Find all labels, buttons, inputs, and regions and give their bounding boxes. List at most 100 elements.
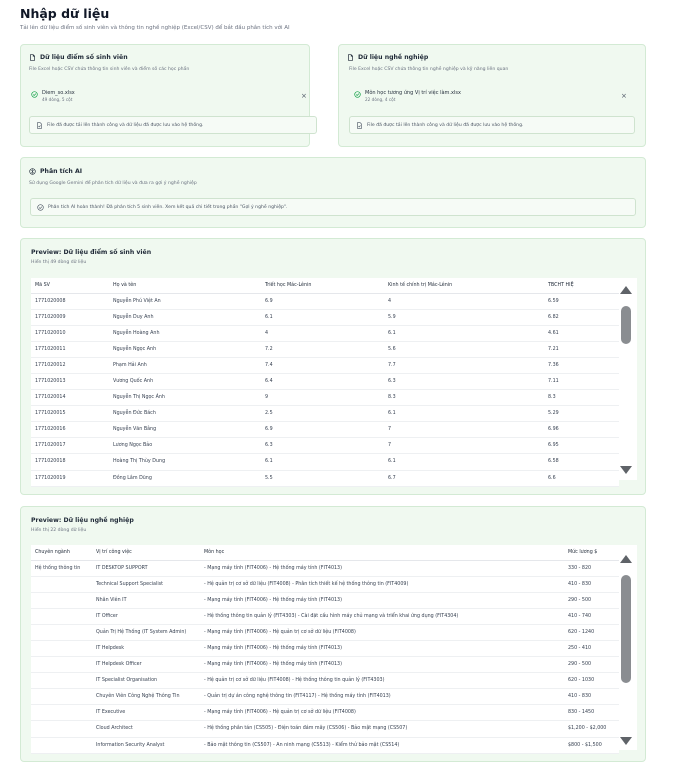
student-table-scrollbar[interactable] [619,278,637,480]
table-cell [31,704,92,722]
table-row: Hệ thống thông tin IT DESKTOP SUPPORT - Mạ… [31,560,619,577]
career-upload-desc: File Excel hoặc CSV chứa thông tin nghề … [349,67,509,72]
ai-analysis-card: Phân tích AI Sử dụng Google Gemini để ph… [20,157,646,228]
table-cell: 6.1 [384,405,544,423]
table-cell: 9 [261,389,384,407]
career-preview-card: Preview: Dữ liệu nghề nghiệp Hiển thị 22… [20,506,646,762]
table-cell: Nguyễn Thị Ngọc Ánh [109,389,261,407]
remove-student-file-button[interactable]: × [301,92,307,100]
table-cell: 4.61 [544,325,619,342]
scroll-up-arrow-icon[interactable] [620,555,632,563]
column-header: Vị trí công việc [92,545,200,561]
table-cell: $800 - $1,500 [564,737,619,754]
career-preview-title: Preview: Dữ liệu nghề nghiệp [31,517,134,524]
student-upload-title-text: Dữ liệu điểm số sinh viên [40,54,128,61]
table-row: 1771020015 Nguyễn Đức Bách 2.5 6.1 5.29 [31,405,619,423]
table-cell [31,688,92,706]
table-cell: 1771020017 [31,437,109,455]
table-cell: - Hệ quản trị cơ sở dữ liệu (FIT4008) - … [200,672,564,690]
ai-title-text: Phân tích AI [40,168,83,175]
table-row: 1771020009 Nguyễn Duy Anh 6.1 5.9 6.82 [31,309,619,326]
table-row: 1771020018 Hoàng Thị Thùy Dung 6.1 6.1 6.58 [31,453,619,471]
table-cell: 290 - 500 [564,592,619,609]
table-row: 1771020011 Nguyễn Ngọc Anh 7.2 5.6 7.21 [31,341,619,358]
table-row: 1771020014 Nguyễn Thị Ngọc Ánh 9 8.3 8.3 [31,389,619,407]
table-cell: - Hệ thống thông tin quản lý (FIT4303) -… [200,608,564,625]
table-row: 1771020016 Nguyễn Văn Bằng 6.9 7 6.96 [31,421,619,439]
table-cell: 5.9 [384,309,544,326]
column-header: Mức lương $ [564,545,619,561]
table-row: Cloud Architect - Hệ thống phân tán (CS50… [31,720,619,738]
table-cell: 5.5 [261,470,384,487]
table-cell [31,592,92,609]
scroll-thumb[interactable] [621,306,631,344]
student-upload-desc: File Excel hoặc CSV chứa thông tin sinh … [29,67,190,72]
table-cell: 1771020008 [31,293,109,310]
scroll-thumb[interactable] [621,575,631,683]
career-upload-notice-text: File đã được tải lên thành công và dữ li… [367,122,524,128]
table-cell [31,624,92,641]
student-upload-title: Dữ liệu điểm số sinh viên [29,54,128,61]
ai-desc: Sử dụng Google Gemini để phân tích dữ li… [29,181,197,186]
table-cell: 6.1 [261,453,384,471]
ai-title: Phân tích AI [29,168,82,175]
table-cell: 1771020009 [31,309,109,326]
table-cell: 6.6 [544,470,619,487]
career-table: Chuyên ngành Vị trí công việc Môn học Mức l… [31,545,619,754]
file-check-icon [37,121,42,129]
table-cell: 6.1 [384,453,544,471]
scroll-down-arrow-icon[interactable] [620,466,632,474]
table-row: Chuyên Viên Công Nghệ Thông Tin - Quản tr… [31,688,619,706]
table-cell: IT Executive [92,704,200,722]
page-title: Nhập dữ liệu [20,6,110,21]
file-check-icon [357,121,362,129]
table-cell: 410 - 740 [564,608,619,625]
table-cell: 8.3 [544,389,619,407]
table-cell: - Quản trị dự án công nghệ thông tin (FI… [200,688,564,706]
table-row: Nhân Viên IT - Mạng máy tính (FIT4006) - … [31,592,619,609]
scroll-up-arrow-icon[interactable] [620,286,632,294]
table-row: 1771020013 Vương Quốc Anh 6.4 6.3 7.11 [31,373,619,391]
table-cell: 4 [384,293,544,310]
table-row: IT Helpdesk Officer - Mạng máy tính (FIT4… [31,656,619,674]
table-cell: 7.11 [544,373,619,391]
table-cell [31,640,92,658]
table-cell: Chuyên Viên Công Nghệ Thông Tin [92,688,200,706]
table-cell: 5.29 [544,405,619,423]
table-cell: 6.59 [544,293,619,310]
table-cell: - Mạng máy tính (FIT4006) - Hệ thống máy… [200,592,564,609]
table-cell: Lương Ngọc Bảo [109,437,261,455]
student-table-header: Mã SV Họ và tên Triết học Mác-Lênin Kinh tế… [31,278,619,294]
table-cell [31,576,92,593]
table-cell: 1771020012 [31,357,109,374]
table-cell: 1771020014 [31,389,109,407]
table-cell: 7.2 [261,341,384,358]
table-cell: 6.58 [544,453,619,471]
table-cell: 410 - 830 [564,688,619,706]
table-cell: 410 - 830 [564,576,619,593]
table-cell [31,720,92,738]
table-cell: Nguyễn Đức Bách [109,405,261,423]
table-cell: 7.4 [261,357,384,374]
remove-career-file-button[interactable]: × [621,92,627,100]
table-cell: 1771020010 [31,325,109,342]
table-cell: 6.1 [384,325,544,342]
student-file-name: Diem_so.xlsx [42,90,75,96]
career-table-scrollbar[interactable] [619,545,637,750]
table-cell: 7.7 [384,357,544,374]
table-cell: Information Security Analyst [92,737,200,754]
page-subtitle: Tải lên dữ liệu điểm số sinh viên và thô… [20,25,290,31]
table-cell: 330 - 820 [564,560,619,577]
student-file-item: Diem_so.xlsx 49 dòng, 5 cột [31,90,75,102]
table-cell: 6.9 [261,293,384,310]
table-cell: 620 - 1030 [564,672,619,690]
table-cell: IT Specialist Organisation [92,672,200,690]
table-cell: Hoàng Thị Thùy Dung [109,453,261,471]
check-circle-icon [354,91,361,98]
table-cell: 6.4 [261,373,384,391]
table-cell: 6.95 [544,437,619,455]
scroll-down-arrow-icon[interactable] [620,737,632,745]
table-cell: Vương Quốc Anh [109,373,261,391]
table-cell: - Mạng máy tính (FIT4006) - Hệ thống máy… [200,640,564,658]
table-cell: 7.21 [544,341,619,358]
